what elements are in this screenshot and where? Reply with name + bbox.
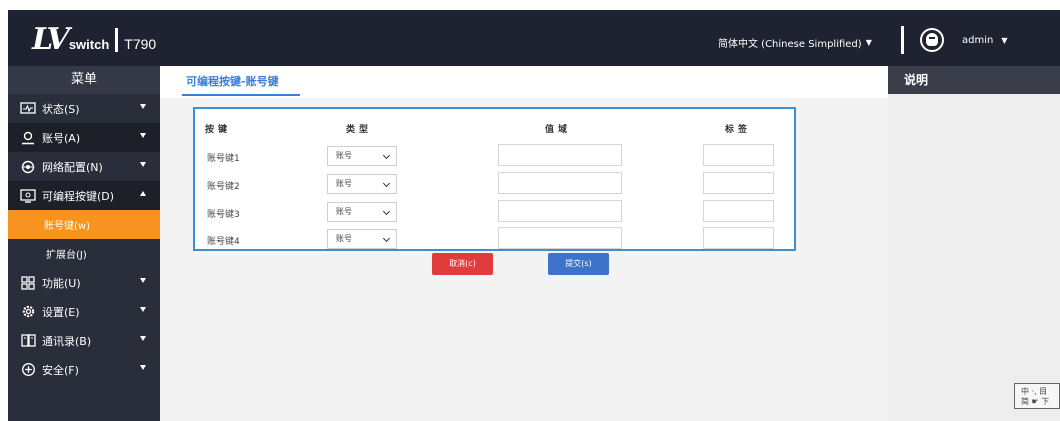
value-input[interactable] (498, 172, 622, 194)
row-key-label: 账号键3 (207, 210, 240, 220)
value-input[interactable] (498, 227, 622, 249)
type-select[interactable]: 账号 (327, 202, 397, 222)
sidebar: 菜单 状态(S) 账号(A) 网络配置(N) 可编程按键(D) 账号键(w) 扩… (8, 66, 160, 421)
menu-title: 菜单 (8, 66, 160, 94)
sidebar-subitem-label: 账号键(w) (44, 221, 90, 232)
page: LV switch T790 简体中文 (Chinese Simplified)… (0, 0, 1060, 421)
label-input[interactable] (703, 200, 774, 222)
type-select[interactable]: 账号 (327, 146, 397, 166)
ime-toolbar-line: 中 ·, 目 (1021, 387, 1048, 396)
cancel-button[interactable]: 取消(c) (432, 253, 493, 275)
logo-mark: LV (32, 22, 70, 57)
user-menu[interactable]: admin ▼ (962, 35, 1008, 46)
type-select-value: 账号 (336, 207, 352, 216)
sidebar-subitem-label: 扩展台(J) (46, 250, 87, 261)
account-keys-table: 按键 类型 值域 标签 账号键1 账号 账号键2 账号 账号键3 账号 账号键4… (193, 107, 796, 251)
sidebar-item-label: 网络配置(N) (42, 160, 103, 174)
label-input[interactable] (703, 227, 774, 249)
row-key-label: 账号键2 (207, 182, 240, 192)
chevron-down-icon (140, 278, 146, 283)
sidebar-subitem-expansion[interactable]: 扩展台(J) (8, 239, 160, 268)
value-input[interactable] (498, 144, 622, 166)
help-panel: 说明 中 ·, 目 简 ☛ 下 (888, 66, 1060, 421)
sidebar-item-features[interactable]: 功能(U) (8, 268, 160, 297)
row-key-label: 账号键4 (207, 237, 240, 247)
book-icon (20, 334, 36, 348)
grid-icon (20, 275, 36, 290)
content-header: 可编程按键-账号键 (160, 66, 888, 98)
network-icon (20, 160, 36, 174)
sidebar-item-label: 账号(A) (42, 131, 81, 145)
user-icon (20, 131, 36, 145)
row-key-label: 账号键1 (207, 154, 240, 164)
sidebar-item-label: 功能(U) (42, 276, 81, 290)
submit-button[interactable]: 提交(s) (548, 253, 609, 275)
chevron-down-icon (140, 307, 146, 312)
sidebar-item-label: 可编程按键(D) (42, 189, 115, 203)
chevron-down-icon (140, 365, 146, 370)
column-header-key: 按键 (205, 125, 232, 135)
keyboard-icon (20, 188, 36, 203)
sidebar-item-status[interactable]: 状态(S) (8, 94, 160, 123)
ime-toolbar[interactable]: 中 ·, 目 简 ☛ 下 (1014, 383, 1060, 409)
sidebar-item-settings[interactable]: 设置(E) (8, 297, 160, 326)
chevron-up-icon (140, 191, 146, 196)
model-name: T790 (124, 36, 157, 52)
label-input[interactable] (703, 172, 774, 194)
chevron-down-icon (140, 162, 146, 167)
logo-divider (115, 28, 119, 52)
ime-toolbar-line: 简 ☛ 下 (1021, 397, 1050, 406)
sidebar-item-contacts[interactable]: 通讯录(B) (8, 326, 160, 355)
avatar-icon[interactable] (920, 28, 944, 52)
type-select-value: 账号 (336, 234, 352, 243)
chevron-down-icon: ▼ (1001, 36, 1008, 45)
sidebar-item-network[interactable]: 网络配置(N) (8, 152, 160, 181)
language-label: 简体中文 (Chinese Simplified) (718, 39, 862, 50)
breadcrumb-underline (182, 94, 300, 96)
chevron-down-icon (382, 207, 391, 216)
logo-text: switch (68, 37, 110, 52)
sidebar-item-label: 设置(E) (42, 305, 80, 319)
logo: LV switch T790 (32, 22, 157, 57)
type-select-value: 账号 (336, 179, 352, 188)
column-header-label: 标签 (725, 125, 752, 135)
column-header-type: 类型 (346, 125, 373, 135)
gear-icon (20, 305, 36, 319)
chevron-down-icon (382, 179, 391, 188)
chevron-down-icon (140, 133, 146, 138)
help-title: 说明 (888, 66, 1060, 94)
chevron-down-icon (140, 336, 146, 341)
username: admin (962, 35, 994, 46)
type-select-value: 账号 (336, 151, 352, 160)
sidebar-item-label: 安全(F) (42, 363, 79, 377)
chevron-down-icon (140, 104, 146, 109)
type-select[interactable]: 账号 (327, 174, 397, 194)
monitor-icon (20, 102, 36, 116)
sidebar-item-label: 状态(S) (42, 102, 80, 116)
sidebar-item-label: 通讯录(B) (42, 334, 92, 348)
breadcrumb[interactable]: 可编程按键-账号键 (186, 73, 279, 89)
value-input[interactable] (498, 200, 622, 222)
label-input[interactable] (703, 144, 774, 166)
language-selector[interactable]: 简体中文 (Chinese Simplified) ▼ (718, 35, 872, 50)
shield-icon (20, 363, 36, 377)
chevron-down-icon (382, 234, 391, 243)
main-content: 可编程按键-账号键 按键 类型 值域 标签 账号键1 账号 账号键2 账号 账号… (160, 66, 888, 421)
sidebar-subitem-account-keys[interactable]: 账号键(w) (8, 210, 160, 239)
chevron-down-icon (382, 151, 391, 160)
top-header: LV switch T790 简体中文 (Chinese Simplified)… (8, 10, 1060, 66)
column-header-value: 值域 (545, 125, 572, 135)
header-divider (901, 26, 904, 54)
sidebar-item-account[interactable]: 账号(A) (8, 123, 160, 152)
chevron-down-icon: ▼ (865, 38, 872, 47)
sidebar-item-programmable-keys[interactable]: 可编程按键(D) (8, 181, 160, 210)
sidebar-item-security[interactable]: 安全(F) (8, 355, 160, 384)
type-select[interactable]: 账号 (327, 229, 397, 249)
